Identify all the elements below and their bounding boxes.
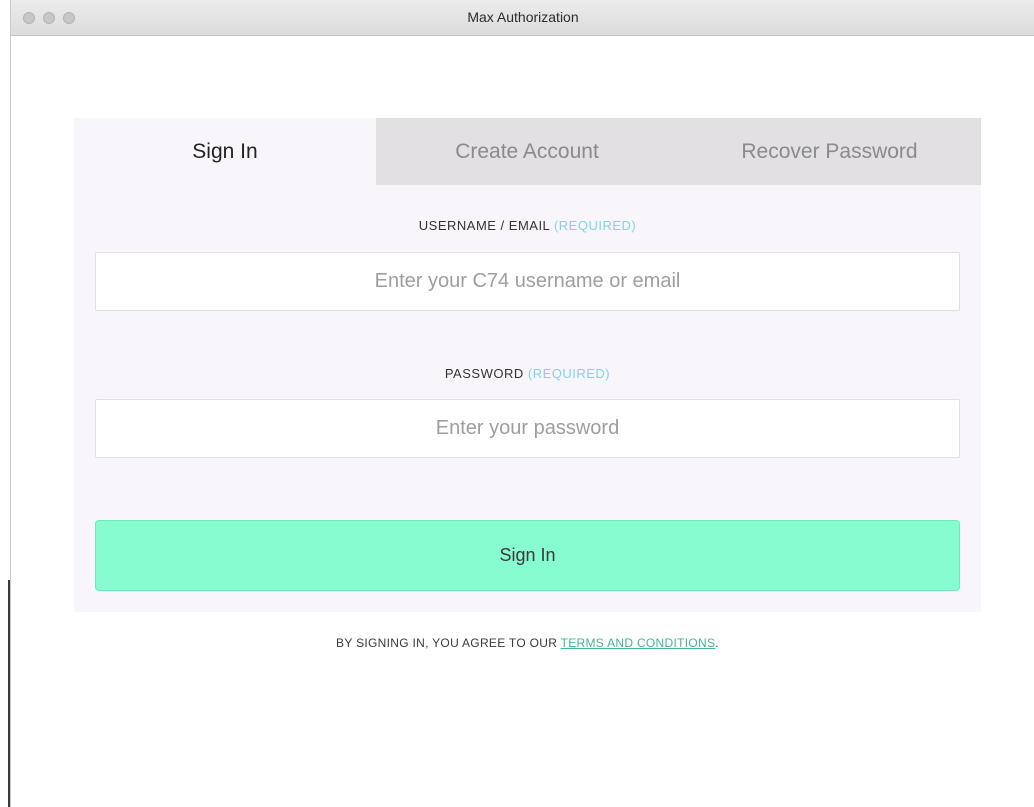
window-title: Max Authorization <box>467 9 579 25</box>
sign-in-button[interactable]: Sign In <box>95 520 960 591</box>
password-label: PASSWORD (REQUIRED) <box>74 366 981 381</box>
password-input[interactable] <box>95 399 960 458</box>
password-required-badge: (REQUIRED) <box>527 366 611 381</box>
username-label-text: USERNAME / EMAIL <box>418 218 550 233</box>
auth-tabs: Sign In Create Account Recover Password <box>74 118 981 185</box>
terms-prefix: BY SIGNING IN, YOU AGREE TO OUR <box>336 636 561 650</box>
background-window-edge <box>0 0 10 807</box>
tab-sign-in[interactable]: Sign In <box>74 118 376 185</box>
terms-notice: BY SIGNING IN, YOU AGREE TO OUR TERMS AN… <box>74 636 981 650</box>
username-label: USERNAME / EMAIL (REQUIRED) <box>74 218 981 233</box>
username-required-badge: (REQUIRED) <box>553 218 637 233</box>
tab-recover-password[interactable]: Recover Password <box>678 118 981 185</box>
terms-link[interactable]: TERMS AND CONDITIONS <box>561 636 716 650</box>
auth-panel: Sign In Create Account Recover Password … <box>74 118 981 612</box>
password-label-text: PASSWORD <box>444 366 524 381</box>
terms-suffix: . <box>715 636 719 650</box>
auth-window: Max Authorization Sign In Create Account… <box>10 0 1034 807</box>
username-input[interactable] <box>95 252 960 311</box>
title-bar[interactable]: Max Authorization <box>11 0 1034 36</box>
tab-create-account[interactable]: Create Account <box>376 118 678 185</box>
